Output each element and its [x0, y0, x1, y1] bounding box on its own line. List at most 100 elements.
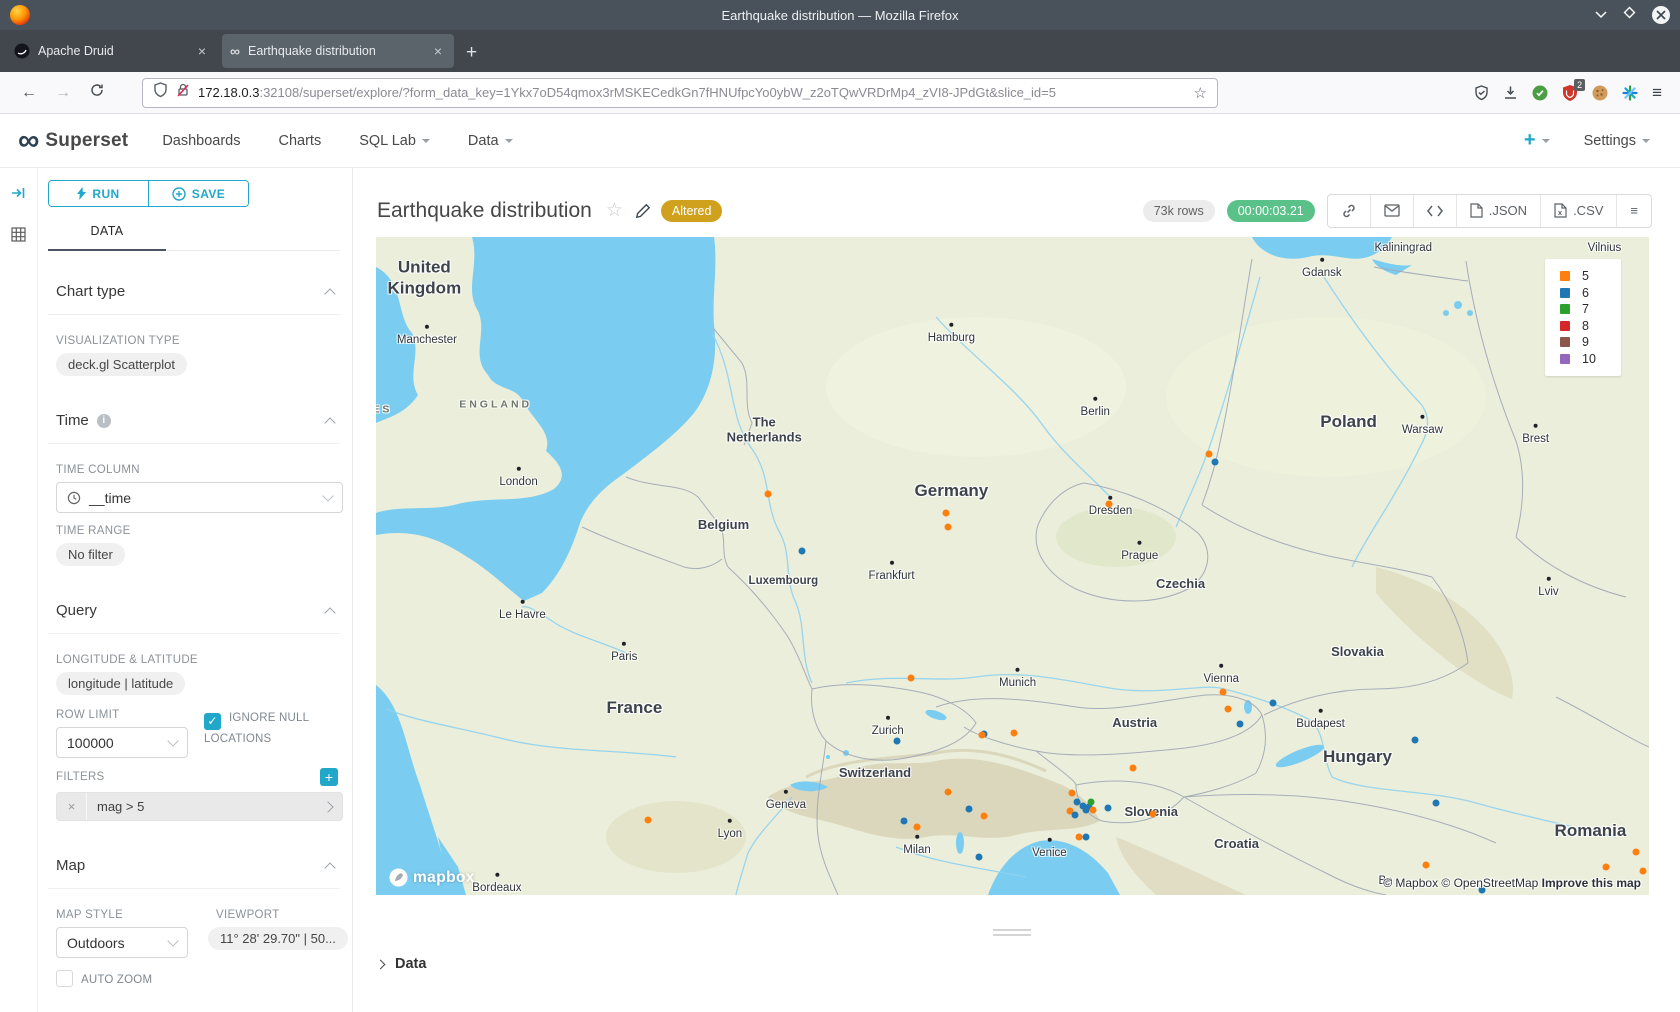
insecure-lock-icon[interactable] [176, 82, 190, 103]
altered-badge[interactable]: Altered [661, 200, 723, 222]
section-query[interactable]: Query [48, 602, 340, 634]
tab-earthquake-distribution[interactable]: ∞ Earthquake distribution × [222, 34, 454, 68]
dataset-grid-icon[interactable] [11, 227, 26, 247]
chart-menu-button[interactable]: ≡ [1616, 195, 1651, 227]
bookmark-star-icon[interactable]: ☆ [1194, 84, 1207, 102]
map-city-label: Frankfurt [869, 561, 915, 584]
lonlat-value[interactable]: longitude | latitude [56, 672, 185, 695]
export-json-button[interactable]: .JSON [1456, 195, 1540, 227]
nav-item-sql-lab[interactable]: SQL Lab [359, 133, 430, 149]
url-bar[interactable]: 172.18.0.3:32108/superset/explore/?form_… [142, 78, 1218, 108]
cookie-extension-icon[interactable] [1592, 85, 1608, 101]
nav-item-dashboards[interactable]: Dashboards [162, 133, 240, 149]
export-csv-button[interactable]: .CSV [1540, 195, 1616, 227]
expand-dataset-panel-icon[interactable] [11, 186, 26, 205]
firefox-menu-icon[interactable]: ≡ [1652, 83, 1662, 103]
chevron-down-icon [422, 139, 430, 147]
url-path: :32108/superset/explore/?form_data_key=1… [259, 85, 1056, 100]
map-country-label: Germany [915, 481, 989, 501]
map-country-label: Austria [1112, 715, 1157, 731]
map-city-label: Milan [903, 834, 930, 857]
filter-chip[interactable]: × mag > 5 [56, 792, 343, 821]
legend-swatch [1560, 271, 1570, 281]
chevron-right-icon[interactable] [314, 803, 342, 811]
ignore-null-checkbox[interactable]: ✓ [204, 713, 221, 730]
section-map[interactable]: Map [48, 857, 340, 889]
time-column-value: __time [89, 490, 131, 506]
legend-swatch [1560, 288, 1570, 298]
map-country-label: ENGLAND [459, 398, 532, 411]
chevron-down-icon [167, 935, 178, 946]
time-range-value[interactable]: No filter [56, 543, 125, 566]
improve-map-link[interactable]: Improve this map [1542, 876, 1641, 890]
window-maximize-icon[interactable] [1623, 6, 1636, 24]
embed-code-button[interactable] [1413, 195, 1456, 227]
copy-link-button[interactable] [1328, 195, 1370, 227]
tab-close-icon[interactable]: × [430, 43, 446, 59]
viz-type-value[interactable]: deck.gl Scatterplot [56, 353, 187, 376]
section-chart-type[interactable]: Chart type [48, 283, 340, 315]
extension-green-icon[interactable] [1532, 85, 1548, 101]
browser-toolbar: ← → 172.18.0.3:32108/superset/explore/?f… [0, 72, 1680, 114]
superset-logo[interactable]: ∞ Superset [18, 126, 128, 156]
section-title: Chart type [56, 283, 125, 300]
scatter-point [893, 738, 900, 745]
data-panel-toggle[interactable]: Data [377, 956, 426, 972]
tab-data[interactable]: DATA [48, 224, 166, 251]
json-label: .JSON [1489, 203, 1527, 218]
window-close-icon[interactable] [1652, 6, 1670, 24]
section-time[interactable]: Time i [48, 412, 340, 444]
pinwheel-extension-icon[interactable] [1622, 85, 1638, 101]
scatter-point [1075, 834, 1082, 841]
city-dot [915, 834, 919, 838]
city-dot [1138, 541, 1142, 545]
new-item-button[interactable]: + [1524, 129, 1550, 152]
favorite-star-icon[interactable]: ☆ [606, 199, 623, 222]
legend-swatch [1560, 304, 1570, 314]
row-count-badge: 73k rows [1143, 200, 1215, 222]
map-city-label: Venice [1032, 838, 1067, 861]
ublock-icon[interactable]: 2 [1562, 85, 1578, 101]
shield-icon[interactable] [153, 82, 168, 103]
scatter-point [944, 788, 951, 795]
city-dot [784, 790, 788, 794]
chevron-up-icon [324, 862, 335, 873]
add-filter-button[interactable]: + [320, 768, 338, 786]
edit-properties-icon[interactable] [635, 203, 651, 219]
map-city-label: Prague [1121, 541, 1158, 564]
map-style-select[interactable]: Outdoors [56, 927, 188, 958]
chevron-down-icon [322, 490, 333, 501]
protections-shield-icon[interactable] [1474, 85, 1489, 101]
tab-apache-druid[interactable]: Apache Druid × [6, 34, 218, 68]
share-email-button[interactable] [1370, 195, 1413, 227]
map-canvas[interactable]: United KingdomENGLANDESThe NetherlandsGe… [376, 237, 1649, 895]
window-minimize-icon[interactable] [1595, 6, 1607, 24]
settings-menu[interactable]: Settings [1584, 133, 1650, 149]
back-icon[interactable]: ← [12, 84, 46, 102]
forward-icon[interactable]: → [46, 84, 80, 102]
window-titlebar: Earthquake distribution — Mozilla Firefo… [0, 0, 1680, 30]
save-button[interactable]: SAVE [148, 181, 248, 206]
map-country-label: Romania [1555, 821, 1627, 841]
time-column-select[interactable]: __time [56, 482, 343, 513]
run-button[interactable]: RUN [49, 181, 148, 206]
row-limit-select[interactable]: 100000 [56, 727, 188, 758]
viewport-value[interactable]: 11° 28' 29.70" | 50... [208, 927, 348, 950]
reload-icon[interactable] [80, 82, 114, 103]
attribution-copy[interactable]: © Mapbox © OpenStreetMap [1383, 876, 1538, 890]
new-tab-button[interactable]: + [466, 42, 477, 64]
panel-resize-handle[interactable] [993, 926, 1031, 939]
map-city-label: Lyon [718, 819, 743, 842]
nav-item-charts[interactable]: Charts [279, 133, 322, 149]
auto-zoom-checkbox[interactable] [56, 970, 73, 987]
downloads-icon[interactable] [1503, 85, 1518, 100]
scatter-point [765, 491, 772, 498]
nav-item-data[interactable]: Data [468, 133, 513, 149]
scatter-point [1211, 459, 1218, 466]
remove-filter-icon[interactable]: × [57, 793, 87, 820]
tab-close-icon[interactable]: × [194, 43, 210, 59]
navbar-menu: Dashboards Charts SQL Lab Data [162, 133, 512, 149]
row-limit-label: ROW LIMIT [56, 709, 188, 721]
mapbox-logo[interactable]: mapbox [389, 868, 475, 887]
scatter-point [981, 813, 988, 820]
